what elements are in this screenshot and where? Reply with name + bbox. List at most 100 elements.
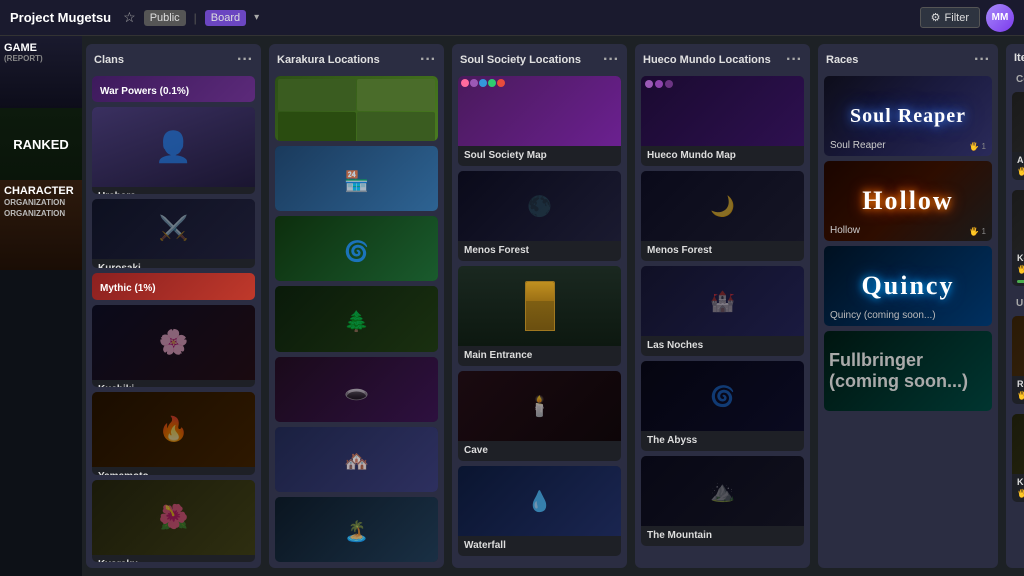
clan-war-powers-card[interactable]: War Powers (0.1%) bbox=[92, 76, 255, 102]
clan-yamamoto-label: Yamamoto bbox=[92, 467, 255, 474]
clan-kuchiki-card[interactable]: 🌸 Kuchiki bbox=[92, 305, 255, 387]
hm-menos-forest-label: Menos Forest bbox=[641, 241, 804, 261]
kisukes-hat-meta: 🖐 1 bbox=[1012, 489, 1024, 502]
karakura-island-card[interactable]: 🏝️ Karakura Island bbox=[275, 497, 438, 562]
karakura-menu-icon[interactable]: ··· bbox=[420, 52, 436, 68]
sidebar-organization-label: Organization bbox=[4, 198, 78, 208]
soul-society-column: Soul Society Locations ··· Soul Society … bbox=[452, 44, 627, 568]
clan-kurosaki-label: Kurosaki bbox=[92, 259, 255, 268]
races-header: Races ··· bbox=[818, 44, 998, 72]
common-section-label: Common bbox=[1012, 72, 1024, 87]
sidebar-report-label: (report) bbox=[4, 54, 78, 63]
filter-icon: ⚙ bbox=[931, 11, 941, 24]
sidebar-character-card[interactable]: Character Organization Organization bbox=[0, 180, 82, 270]
soul-reaper-meta-1: 🖐 1 bbox=[969, 142, 986, 151]
kenpachi-eyepatch-card[interactable]: 🎭 x1 Kenpachi's Eyepatch 🖐 1 bbox=[1012, 190, 1024, 286]
hueco-mundo-menu-icon[interactable]: ··· bbox=[786, 52, 802, 68]
kenpachi-eyepatch-label: Kenpachi's Eyepatch bbox=[1012, 250, 1024, 265]
race-soul-reaper-card[interactable]: Soul Reaper Soul Reaper 🖐 1 bbox=[824, 76, 992, 156]
clan-war-powers-label: War Powers (0.1%) bbox=[100, 86, 189, 97]
renjis-headband-label: Renji's Headband bbox=[1012, 376, 1024, 391]
star-icon[interactable]: ☆ bbox=[123, 9, 136, 26]
race-fullbringer-card[interactable]: Fullbringer (coming soon...) bbox=[824, 331, 992, 411]
menos-cave-card[interactable]: 🕳️ Menos Cave bbox=[275, 357, 438, 422]
header-title: Project Mugetsu bbox=[10, 10, 111, 25]
urahara-shop-card[interactable]: 🏪 Urahara Shop bbox=[275, 146, 438, 211]
ss-menos-forest-card[interactable]: 🌑 Menos Forest bbox=[458, 171, 621, 261]
filter-button[interactable]: ⚙ Filter bbox=[920, 7, 980, 28]
soul-society-header: Soul Society Locations ··· bbox=[452, 44, 627, 72]
senkaimon-card[interactable]: 🌀 Senkaimon bbox=[275, 216, 438, 281]
clan-kyoraku-label: Kyoraku bbox=[92, 555, 255, 562]
race-hollow-card[interactable]: Hollow Hollow 🖐 1 bbox=[824, 161, 992, 241]
clan-kyoraku-card[interactable]: 🌺 Kyoraku bbox=[92, 480, 255, 562]
aizens-glasses-card[interactable]: 🕶️ x1 Aizen's Glasses 🖐 1 bbox=[1012, 92, 1024, 180]
renjis-headband-meta: 🖐 1 bbox=[1012, 391, 1024, 404]
renjis-headband-card[interactable]: 🪖 x3 Renji's Headband 🖐 1 bbox=[1012, 316, 1024, 404]
items-column: Items Common 🕶️ x1 Aizen's Glasses 🖐 1 🎭 bbox=[1006, 44, 1024, 568]
board-chevron-icon[interactable]: ▾ bbox=[254, 12, 259, 23]
items-header: Items bbox=[1006, 44, 1024, 68]
clan-yamamoto-card[interactable]: 🔥 Yamamoto bbox=[92, 392, 255, 474]
aizens-glasses-meta: 🖐 1 bbox=[1012, 167, 1024, 180]
quincy-label: Quincy (coming soon...) bbox=[830, 310, 936, 321]
karakura-neighbourhood-card[interactable]: 🏘️ Karakura Neighbourhood bbox=[275, 427, 438, 492]
hollow-label: Hollow bbox=[830, 225, 860, 236]
hm-map-card[interactable]: Hueco Mundo Map bbox=[641, 76, 804, 166]
cave-ss-label: Cave bbox=[458, 441, 621, 461]
sidebar-ranked-card[interactable]: Ranked bbox=[0, 108, 82, 180]
cave-ss-card[interactable]: 🕯️ Cave bbox=[458, 371, 621, 461]
clan-mythic-card[interactable]: Mythic (1%) bbox=[92, 273, 255, 299]
races-body: Soul Reaper Soul Reaper 🖐 1 Hollow Hollo… bbox=[818, 72, 998, 568]
karakura-body: Karakura Map 🏪 Urahara Shop 🌀 Senkaimon … bbox=[269, 72, 444, 568]
sidebar-game-card[interactable]: Game (report) bbox=[0, 36, 82, 108]
the-mountain-label: The Mountain bbox=[641, 526, 804, 546]
quincy-big-text: Quincy bbox=[862, 271, 955, 301]
races-menu-icon[interactable]: ··· bbox=[974, 52, 990, 68]
board-badge[interactable]: Board bbox=[205, 10, 246, 26]
hm-map-label: Hueco Mundo Map bbox=[641, 146, 804, 166]
kisukes-hat-label: Kisuke's Hat bbox=[1012, 474, 1024, 489]
clans-menu-icon[interactable]: ··· bbox=[237, 52, 253, 68]
clan-kurosaki-card[interactable]: ⚔️ Kurosaki bbox=[92, 199, 255, 268]
kisukes-hat-card[interactable]: 🎩 x1 Kisuke's Hat 🖐 1 bbox=[1012, 414, 1024, 502]
races-column: Races ··· Soul Reaper Soul Reaper 🖐 1 Ho… bbox=[818, 44, 998, 568]
clans-body: War Powers (0.1%) 👤 Urahara ⚔️ Ku bbox=[86, 72, 261, 568]
soul-society-body: Soul Society Map 🌑 Menos Forest bbox=[452, 72, 627, 568]
main-entrance-card[interactable]: Main Entrance bbox=[458, 266, 621, 366]
karakura-header: Karakura Locations ··· bbox=[269, 44, 444, 72]
soul-society-menu-icon[interactable]: ··· bbox=[603, 52, 619, 68]
kenpachi-eyepatch-meta: 🖐 1 bbox=[1012, 265, 1024, 278]
karakura-map-card[interactable]: Karakura Map bbox=[275, 76, 438, 141]
soul-reaper-big-text: Soul Reaper bbox=[850, 105, 966, 128]
main-entrance-label: Main Entrance bbox=[458, 346, 621, 366]
soul-reaper-label: Soul Reaper bbox=[830, 140, 886, 151]
clan-kuchiki-label: Kuchiki bbox=[92, 380, 255, 387]
header-sep: | bbox=[194, 11, 197, 25]
sidebar-organization-sublabel: Organization bbox=[4, 209, 78, 219]
public-badge[interactable]: Public bbox=[144, 10, 186, 26]
fullbringer-label: Fullbringer (coming soon...) bbox=[829, 350, 987, 392]
sidebar-ranked-label: Ranked bbox=[13, 137, 69, 152]
left-sidebar: Game (report) Ranked Character Organizat… bbox=[0, 36, 82, 576]
hm-menos-forest-card[interactable]: 🌙 Menos Forest bbox=[641, 171, 804, 261]
avatar[interactable]: MM bbox=[986, 4, 1014, 32]
karakura-column: Karakura Locations ··· Karakura Map bbox=[269, 44, 444, 568]
hueco-mundo-header: Hueco Mundo Locations ··· bbox=[635, 44, 810, 72]
uncommon-section-label: Uncommon bbox=[1012, 296, 1024, 311]
the-abyss-card[interactable]: 🌀 The Abyss bbox=[641, 361, 804, 451]
header: Project Mugetsu ☆ Public | Board ▾ ⚙ Fil… bbox=[0, 0, 1024, 36]
las-noches-label: Las Noches bbox=[641, 336, 804, 356]
las-noches-card[interactable]: 🏰 Las Noches bbox=[641, 266, 804, 356]
waterfall-card[interactable]: 💧 Waterfall bbox=[458, 466, 621, 556]
soul-society-map-card[interactable]: Soul Society Map bbox=[458, 76, 621, 166]
race-quincy-card[interactable]: Quincy Quincy (coming soon...) bbox=[824, 246, 992, 326]
clan-urahara-card[interactable]: 👤 Urahara bbox=[92, 107, 255, 194]
ss-menos-forest-label: Menos Forest bbox=[458, 241, 621, 261]
hollow-meta-1: 🖐 1 bbox=[969, 227, 986, 236]
hollow-forest-card[interactable]: 🌲 Hollow Forest bbox=[275, 286, 438, 351]
hollow-big-text: Hollow bbox=[862, 186, 953, 216]
the-mountain-card[interactable]: ⛰️ The Mountain bbox=[641, 456, 804, 546]
sidebar-character-label: Character bbox=[4, 184, 78, 198]
hueco-mundo-column: Hueco Mundo Locations ··· Hueco Mundo Ma… bbox=[635, 44, 810, 568]
